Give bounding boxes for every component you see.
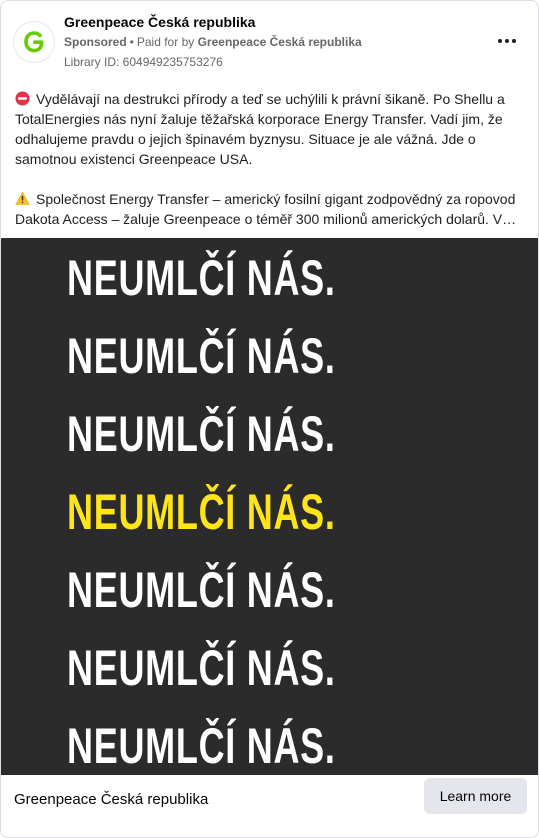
more-options-icon xyxy=(498,39,516,43)
ad-footer: Greenpeace Česká republika Learn more xyxy=(1,775,538,837)
library-id: Library ID: 604949235753276 xyxy=(64,55,223,69)
creative-text-line: NEUMLČÍ NÁS. xyxy=(67,562,336,618)
creative-text-line: NEUMLČÍ NÁS. xyxy=(67,406,336,462)
more-options-button[interactable] xyxy=(491,29,523,53)
creative-text-line: NEUMLČÍ NÁS. xyxy=(67,328,336,384)
body-paragraph-2-text: Společnost Energy Transfer – americký fo… xyxy=(15,191,517,227)
no-entry-icon xyxy=(15,91,30,106)
meta-separator: • xyxy=(129,35,134,49)
ad-card: Greenpeace Česká republika Sponsored • Pai… xyxy=(0,0,539,838)
page-name-link[interactable]: Greenpeace Česká republika xyxy=(64,14,255,30)
greenpeace-logo-icon xyxy=(24,31,44,53)
sponsored-line: Sponsored • Paid for by Greenpeace Česká r… xyxy=(64,35,362,49)
creative-text-line: NEUMLČÍ NÁS. xyxy=(67,640,336,696)
ad-body-text: Vydělávají na destrukci přírody a teď se… xyxy=(15,89,525,229)
body-paragraph-1-text: Vydělávají na destrukci přírody a teď se… xyxy=(15,91,505,167)
sponsored-label: Sponsored xyxy=(64,35,127,49)
creative-text-line-highlighted: NEUMLČÍ NÁS. xyxy=(67,484,336,540)
creative-text-line: NEUMLČÍ NÁS. xyxy=(67,250,336,306)
warning-icon xyxy=(15,191,30,205)
creative-text-line: NEUMLČÍ NÁS. xyxy=(67,718,336,774)
paid-for-name[interactable]: Greenpeace Česká republika xyxy=(198,35,362,49)
body-paragraph: Vydělávají na destrukci přírody a teď se… xyxy=(15,89,525,169)
page-avatar[interactable] xyxy=(13,21,55,63)
ad-creative-image[interactable]: NEUMLČÍ NÁS. NEUMLČÍ NÁS. NEUMLČÍ NÁS. N… xyxy=(1,238,538,775)
body-paragraph: Společnost Energy Transfer – americký fo… xyxy=(15,189,525,229)
footer-page-name[interactable]: Greenpeace Česká republika xyxy=(14,791,208,808)
paid-for-prefix: Paid for by xyxy=(136,35,195,49)
learn-more-button[interactable]: Learn more xyxy=(424,778,527,814)
post-header: Greenpeace Česká republika Sponsored • Pai… xyxy=(1,1,538,79)
